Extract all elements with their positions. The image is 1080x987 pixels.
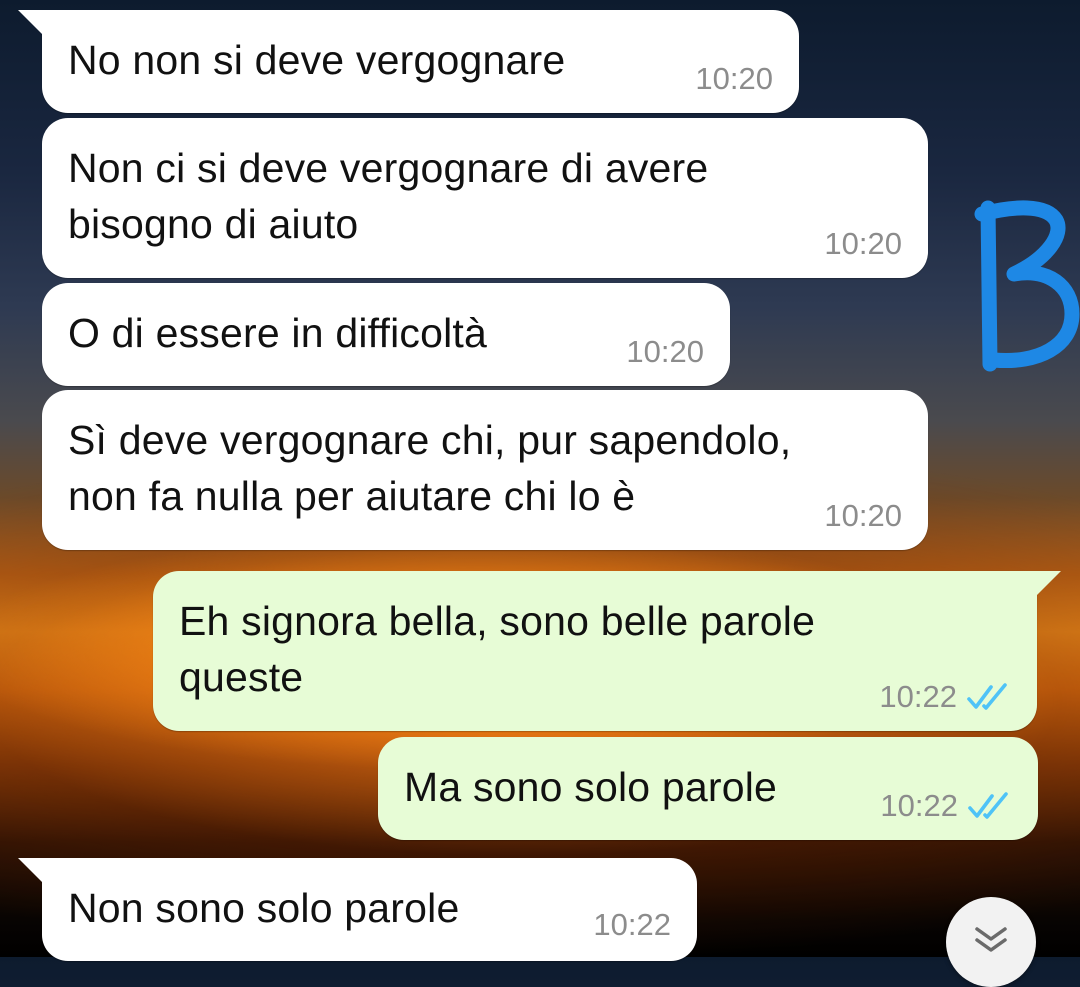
chat-view: No non si deve vergognare 10:20 Non ci s… — [0, 0, 1080, 987]
message-time: 10:22 — [880, 788, 958, 823]
message-outgoing[interactable]: Ma sono solo parole 10:22 — [378, 737, 1038, 840]
bubble-tail — [1035, 571, 1061, 597]
bubble-tail — [18, 10, 44, 36]
message-text: Ma sono solo parole — [404, 764, 778, 810]
message-incoming[interactable]: Sì deve vergognare chi, pur sapendolo, n… — [42, 390, 928, 550]
message-text: O di essere in difficoltà — [68, 310, 488, 356]
message-incoming[interactable]: No non si deve vergognare 10:20 — [18, 10, 799, 113]
message-meta: 10:20 — [626, 334, 704, 370]
chevron-double-down-icon — [975, 927, 1007, 952]
message-time: 10:20 — [695, 61, 773, 96]
message-time: 10:20 — [824, 226, 902, 261]
double-check-icon — [968, 792, 1008, 819]
message-time: 10:20 — [626, 334, 704, 369]
message-incoming[interactable]: O di essere in difficoltà 10:20 — [42, 283, 730, 386]
message-outgoing[interactable]: Eh signora bella, sono belle parole ques… — [153, 571, 1061, 731]
message-text: Non ci si deve vergognare di avere bisog… — [68, 145, 709, 247]
message-meta: 10:22 — [880, 788, 1012, 824]
message-meta: 10:22 — [593, 907, 671, 943]
message-text: Non sono solo parole — [68, 885, 460, 931]
message-incoming[interactable]: Non ci si deve vergognare di avere bisog… — [42, 118, 928, 278]
message-meta: 10:22 — [879, 679, 1011, 715]
message-incoming[interactable]: Non sono solo parole 10:22 — [18, 858, 697, 961]
message-text: No non si deve vergognare — [68, 37, 566, 83]
double-check-icon — [967, 683, 1007, 710]
message-text: Sì deve vergognare chi, pur sapendolo, n… — [68, 417, 792, 519]
message-time: 10:22 — [593, 907, 671, 942]
message-meta: 10:20 — [824, 498, 902, 534]
handwritten-b-overlay — [974, 200, 1080, 372]
scroll-to-bottom-button[interactable] — [946, 897, 1036, 987]
message-time: 10:22 — [879, 679, 957, 714]
message-text: Eh signora bella, sono belle parole ques… — [179, 598, 816, 700]
bubble-tail — [18, 858, 44, 884]
message-meta: 10:20 — [695, 61, 773, 97]
message-time: 10:20 — [824, 498, 902, 533]
message-meta: 10:20 — [824, 226, 902, 262]
